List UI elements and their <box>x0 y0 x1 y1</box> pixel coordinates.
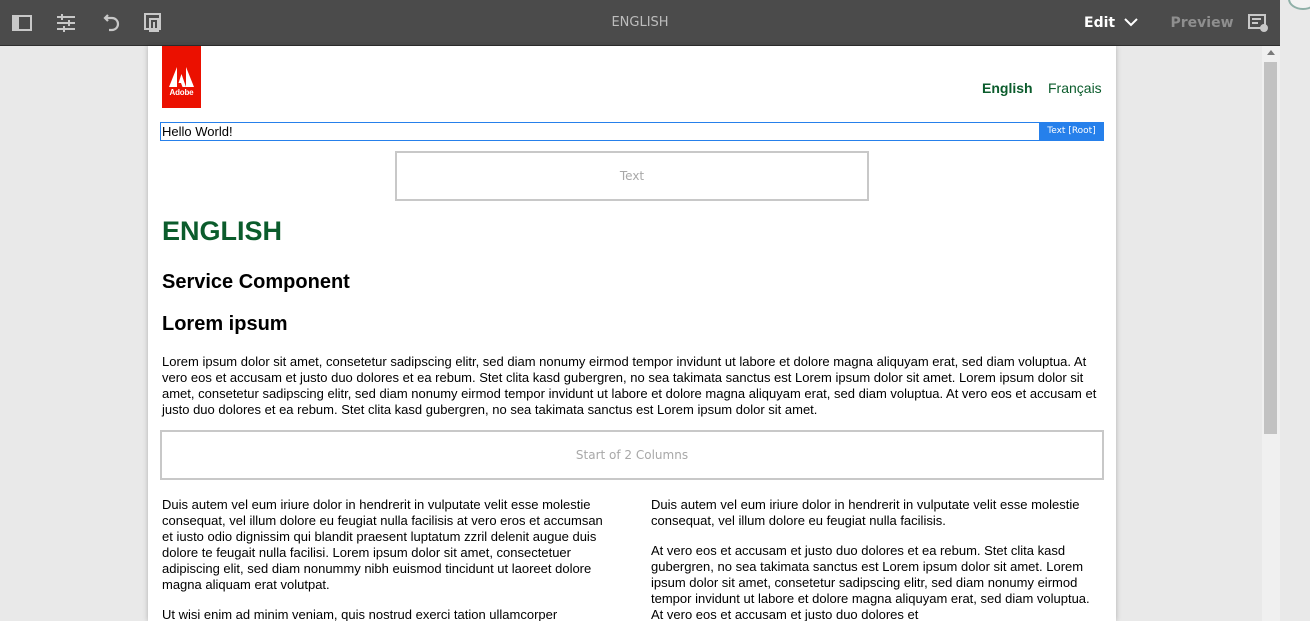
annotate-icon[interactable] <box>1236 0 1280 45</box>
right-column: Duis autem vel eum iriure dolor in hendr… <box>651 497 1101 621</box>
properties-icon[interactable] <box>44 0 88 45</box>
right-column-paragraph: At vero eos et accusam et justo duo dolo… <box>651 543 1090 621</box>
mode-label: Edit <box>1084 14 1116 31</box>
page-info-icon[interactable] <box>132 0 176 45</box>
adobe-logo[interactable]: Adobe <box>162 46 201 108</box>
columns-drop-zone[interactable]: Start of 2 Columns <box>160 430 1104 480</box>
left-column-paragraph: Duis autem vel eum iriure dolor in hendr… <box>162 497 603 592</box>
preview-button[interactable]: Preview <box>1168 0 1236 45</box>
chevron-down-icon <box>1124 15 1138 31</box>
corner-badge <box>1288 0 1310 10</box>
scroll-thumb[interactable] <box>1264 62 1277 434</box>
scroll-up-icon[interactable] <box>1267 50 1275 55</box>
body-paragraph: Lorem ipsum dolor sit amet, consetetur s… <box>162 354 1097 417</box>
editor-toolbar: ENGLISH Edit Preview <box>0 0 1280 46</box>
text-drop-zone[interactable]: Text <box>395 151 869 201</box>
service-component-heading: Service Component <box>162 271 350 293</box>
undo-icon[interactable] <box>88 0 132 45</box>
side-panel-icon[interactable] <box>0 0 44 45</box>
page-canvas: Adobe English Français Hello World! Text… <box>148 46 1116 621</box>
hello-world-text-component[interactable]: Hello World! <box>160 122 1039 141</box>
language-link-french[interactable]: Français <box>1048 80 1102 96</box>
lorem-ipsum-heading: Lorem ipsum <box>162 313 288 335</box>
logo-text: Adobe <box>169 88 194 97</box>
mode-selector[interactable]: Edit <box>1084 0 1138 45</box>
language-link-english[interactable]: English <box>982 80 1033 96</box>
right-column-paragraph: Duis autem vel eum iriure dolor in hendr… <box>651 497 1080 528</box>
page-scrollbar[interactable] <box>1262 46 1280 621</box>
left-column-paragraph: Ut wisi enim ad minim veniam, quis nostr… <box>162 607 558 621</box>
selected-component-label[interactable]: Text [Root] <box>1039 122 1104 141</box>
page-title: ENGLISH <box>611 15 669 30</box>
left-column: Duis autem vel eum iriure dolor in hendr… <box>162 497 614 621</box>
page-heading: ENGLISH <box>162 216 283 246</box>
